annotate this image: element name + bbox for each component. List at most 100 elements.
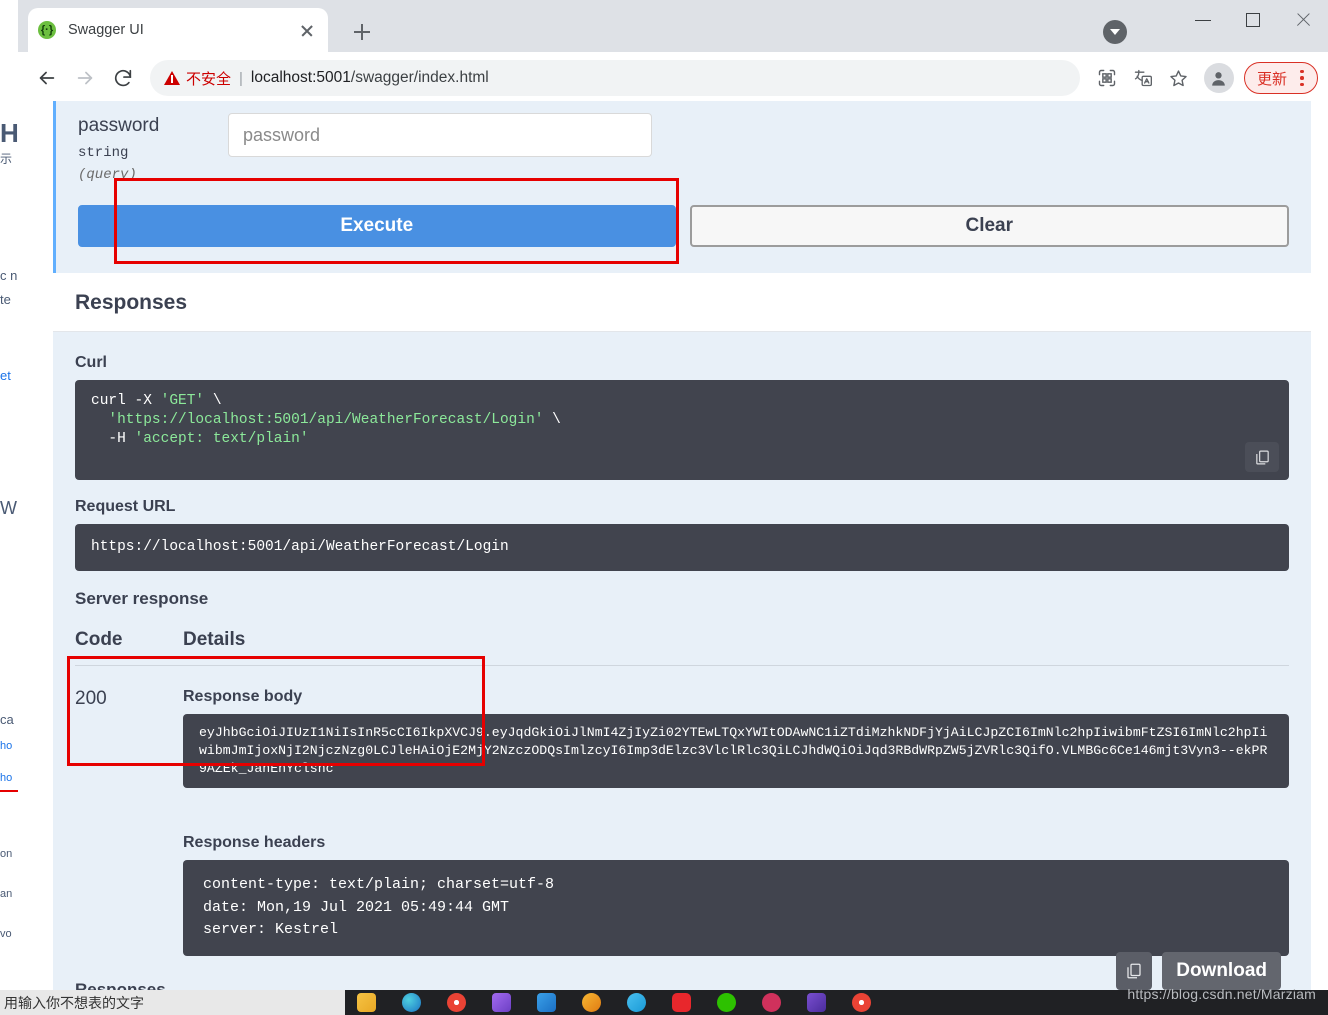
responses-title: Responses <box>75 290 188 314</box>
action-buttons-row: Execute Clear <box>56 177 1311 273</box>
address-bar-url: localhost:5001/swagger/index.html <box>251 69 489 87</box>
curl-line-3-cmd: -H <box>91 431 135 448</box>
curl-code-block: curl -X 'GET' \ 'https://localhost:5001/… <box>75 379 1289 481</box>
bg-fragment: 示 <box>0 152 13 166</box>
curl-line-1-tail: \ <box>204 392 222 409</box>
window-close-button[interactable] <box>1278 0 1328 40</box>
clear-button[interactable]: Clear <box>689 204 1289 247</box>
ime-candidate-bar: 用输入你不想表的文字 <box>0 990 345 1015</box>
back-icon[interactable] <box>28 59 66 97</box>
browser-toolbar: 不安全 | localhost:5001/swagger/index.html … <box>18 52 1328 104</box>
page-viewport: password string (query) Execute Clear <box>36 101 1328 990</box>
update-button[interactable]: 更新 <box>1243 62 1318 94</box>
request-url-label: Request URL <box>75 498 176 516</box>
responses-body: Curl curl -X 'GET' \ 'https://localhost:… <box>53 331 1311 990</box>
responses-header: Responses <box>53 272 1311 332</box>
parameter-location: (query) <box>78 166 137 183</box>
download-button[interactable]: Download <box>1162 951 1281 990</box>
chrome2-icon[interactable] <box>852 993 871 1012</box>
bookmark-star-icon[interactable] <box>1162 61 1196 95</box>
browser-window: {·} Swagger UI 不安全 | localhost:5001/swag… <box>18 0 1328 990</box>
parameter-meta: password string (query) <box>78 113 228 183</box>
reload-icon[interactable] <box>104 59 142 97</box>
windows-taskbar <box>345 990 1328 1015</box>
browser-tabstrip: {·} Swagger UI <box>18 0 1328 52</box>
warning-triangle-icon <box>164 71 180 85</box>
execute-button[interactable]: Execute <box>78 204 676 247</box>
response-actions: Download <box>1116 951 1281 990</box>
media-icon[interactable] <box>627 993 646 1012</box>
chrome-icon[interactable] <box>447 993 466 1012</box>
curl-line-2-arg: 'https://localhost:5001/api/WeatherForec… <box>108 411 544 428</box>
profile-avatar-icon[interactable] <box>1203 63 1234 93</box>
parameter-name: password <box>78 115 160 136</box>
response-headers-block: content-type: text/plain; charset=utf-8 … <box>183 860 1289 956</box>
column-code: Code <box>75 629 123 651</box>
bg-fragment: ca <box>0 712 14 727</box>
swagger-page: password string (query) Execute Clear <box>36 101 1328 990</box>
tab-title: Swagger UI <box>68 22 144 38</box>
bg-fragment: H <box>0 118 19 148</box>
vscode-icon[interactable] <box>537 993 556 1012</box>
edge-icon[interactable] <box>402 993 421 1012</box>
bg-fragment: vo <box>0 928 12 940</box>
new-tab-button[interactable] <box>348 18 376 46</box>
response-body-block: eyJhbGciOiJIUzI1NiIsInR5cCI6IkpXVCJ9.eyJ… <box>183 714 1289 789</box>
bg-fragment: W <box>0 498 17 518</box>
window-maximize-button[interactable] <box>1228 0 1278 40</box>
explorer-icon[interactable] <box>582 993 601 1012</box>
files-icon[interactable] <box>357 993 376 1012</box>
operation-body: password string (query) Execute Clear <box>53 101 1311 273</box>
bg-fragment: c n <box>0 268 18 283</box>
address-bar[interactable]: 不安全 | localhost:5001/swagger/index.html <box>150 60 1080 96</box>
curl-line-2-cmd <box>91 412 108 428</box>
table-row: 200 Response body eyJhbGciOiJIUzI1NiIsIn… <box>67 656 1289 990</box>
bg-fragment: on <box>0 848 13 860</box>
copy-response-icon[interactable] <box>1116 951 1153 990</box>
taskbar-apps <box>345 990 1328 1015</box>
parameter-type: string <box>78 144 129 161</box>
bg-fragment: ho <box>0 740 13 752</box>
curl-line-1-cmd: curl -X <box>91 392 161 409</box>
curl-label: Curl <box>75 353 107 371</box>
wechat-icon[interactable] <box>717 993 736 1012</box>
kebab-menu-icon[interactable] <box>1293 68 1311 88</box>
column-details: Details <box>183 629 246 651</box>
response-code: 200 <box>75 688 107 710</box>
forward-icon[interactable] <box>66 59 104 97</box>
window-minimize-button[interactable] <box>1178 0 1228 40</box>
swagger-operation: password string (query) Execute Clear <box>53 101 1311 990</box>
bg-fragment: et <box>0 368 11 383</box>
response-header-line: date: Mon,19 Jul 2021 05:49:44 GMT <box>203 898 510 916</box>
vs-icon[interactable] <box>492 993 511 1012</box>
copy-curl-icon[interactable] <box>1245 442 1279 473</box>
response-header-line: server: Kestrel <box>203 921 339 939</box>
curl-line-2-tail: \ <box>543 411 561 428</box>
bg-fragment: te <box>0 292 11 307</box>
password-input[interactable] <box>228 113 652 157</box>
url-path: /swagger/index.html <box>350 69 489 86</box>
security-status-label: 不安全 <box>186 70 232 88</box>
response-headers-label: Response headers <box>183 834 326 852</box>
music-icon[interactable] <box>762 993 781 1012</box>
update-label: 更新 <box>1256 70 1287 88</box>
request-url-block: https://localhost:5001/api/WeatherForeca… <box>75 524 1289 572</box>
response-details: Response body eyJhbGciOiJIUzI1NiIsInR5cC… <box>67 656 1289 990</box>
youtube-icon[interactable] <box>672 993 691 1012</box>
curl-line-3-arg: 'accept: text/plain' <box>134 431 309 448</box>
parameter-row: password string (query) <box>56 101 1311 183</box>
browser-tab[interactable]: {·} Swagger UI <box>28 8 328 52</box>
server-response-label: Server response <box>75 589 209 609</box>
curl-line-1-arg: 'GET' <box>160 392 205 409</box>
responses-footer-title: Responses <box>75 979 166 990</box>
terminal-icon[interactable] <box>807 993 826 1012</box>
bg-fragment: an <box>0 888 13 900</box>
url-host: localhost:5001 <box>250 69 351 86</box>
window-controls <box>1178 0 1328 40</box>
caret-down-badge-icon[interactable] <box>1103 20 1127 44</box>
omnibox-separator: | <box>239 69 243 87</box>
tab-close-icon[interactable] <box>296 19 318 41</box>
translate-icon[interactable] <box>1126 61 1160 95</box>
response-body-label: Response body <box>183 688 303 706</box>
qr-code-icon[interactable] <box>1090 61 1124 95</box>
